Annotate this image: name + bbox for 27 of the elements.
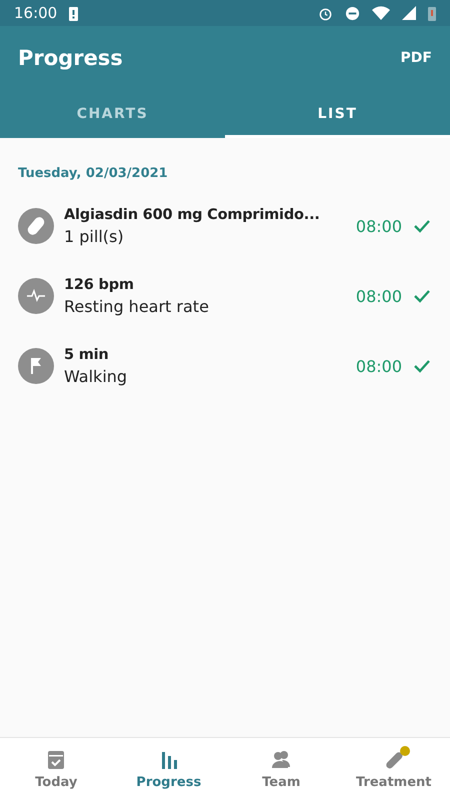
entry-subtitle: Walking xyxy=(64,366,128,386)
nav-item[interactable]: Progress xyxy=(112,738,225,800)
signal-icon xyxy=(402,6,416,20)
entry-title: 5 min xyxy=(64,346,110,362)
battery-icon xyxy=(428,6,436,20)
wifi-icon xyxy=(372,6,390,20)
nav-item[interactable]: Treatment xyxy=(338,738,450,800)
flag-icon xyxy=(18,348,54,384)
entry-title: 126 bpm xyxy=(64,276,135,292)
tab[interactable]: CHARTS xyxy=(0,90,225,138)
tab[interactable]: LIST xyxy=(225,90,450,138)
screen-title: Progress xyxy=(18,46,124,70)
alarm-icon xyxy=(318,6,333,20)
entry-time: 08:00 xyxy=(356,216,402,236)
entry-subtitle: Resting heart rate xyxy=(64,296,210,316)
nav-item[interactable]: Team xyxy=(225,738,338,800)
battery-alert-icon xyxy=(69,6,78,20)
entry-time: 08:00 xyxy=(356,356,402,376)
entry-title: Algiasdin 600 mg Comprimido... xyxy=(64,206,321,222)
entry-time: 08:00 xyxy=(356,286,402,306)
pill-icon xyxy=(18,208,54,244)
date-header: Tuesday, 02/03/2021 xyxy=(17,165,169,183)
entry-subtitle: 1 pill(s) xyxy=(64,226,125,246)
pdf-button[interactable]: PDF xyxy=(400,46,432,70)
do-not-disturb-icon xyxy=(345,6,360,20)
clock: 16:00 xyxy=(14,4,58,22)
nav-item[interactable]: Today xyxy=(0,738,112,800)
